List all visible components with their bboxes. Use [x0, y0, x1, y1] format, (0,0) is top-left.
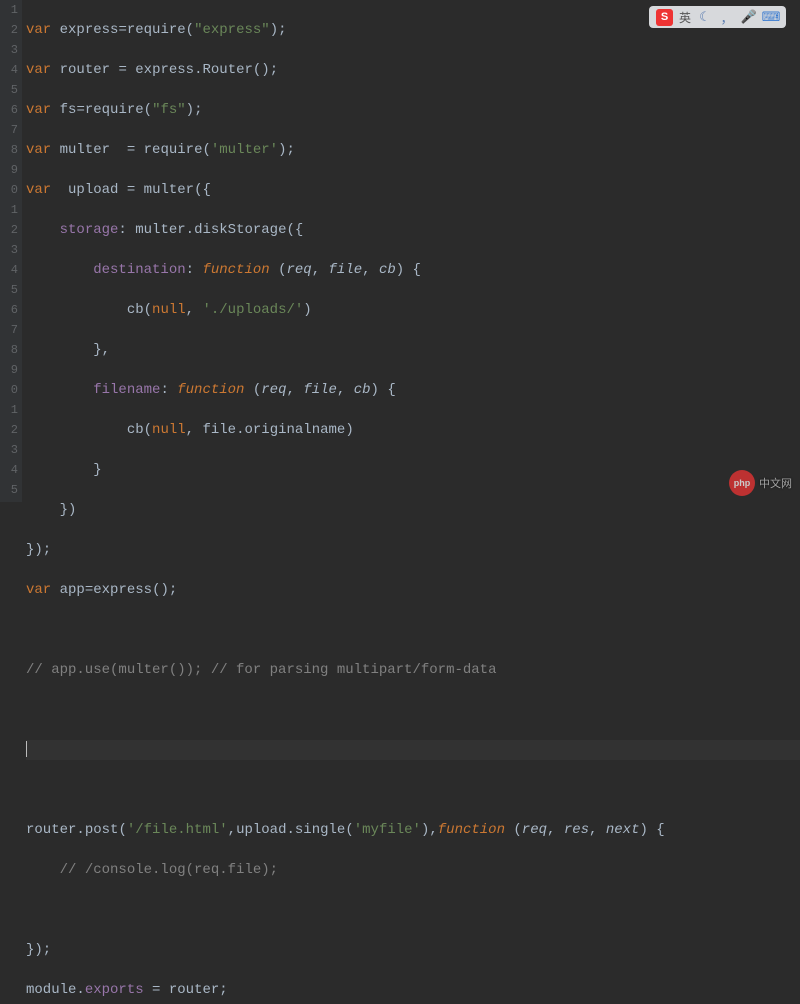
code-line	[26, 700, 800, 720]
ime-toolbar[interactable]: S 英 ☾ ， 🎤 ⌨	[649, 6, 786, 28]
caret-icon	[26, 741, 27, 757]
code-line: module.exports = router;	[26, 980, 800, 1000]
microphone-icon[interactable]: 🎤	[741, 9, 757, 25]
code-line-current	[26, 740, 800, 760]
code-line: var app=express();	[26, 580, 800, 600]
code-line: var router = express.Router();	[26, 60, 800, 80]
code-line: var upload = multer({	[26, 180, 800, 200]
code-line	[26, 900, 800, 920]
code-line: // /console.log(req.file);	[26, 860, 800, 880]
keyboard-icon[interactable]: ⌨	[763, 9, 779, 25]
code-line: storage: multer.diskStorage({	[26, 220, 800, 240]
code-line: cb(null, './uploads/')	[26, 300, 800, 320]
code-line: var fs=require("fs");	[26, 100, 800, 120]
code-line: destination: function (req, file, cb) {	[26, 260, 800, 280]
code-line: });	[26, 540, 800, 560]
code-line: filename: function (req, file, cb) {	[26, 380, 800, 400]
watermark-text: 中文网	[759, 475, 792, 491]
punctuation-icon[interactable]: ，	[719, 9, 735, 25]
code-line: cb(null, file.originalname)	[26, 420, 800, 440]
ime-lang-indicator[interactable]: 英	[679, 9, 691, 26]
php-logo-icon: php	[729, 470, 755, 496]
watermark: php 中文网	[729, 470, 792, 496]
code-line: });	[26, 940, 800, 960]
code-line: })	[26, 500, 800, 520]
code-line: },	[26, 340, 800, 360]
code-line	[26, 620, 800, 640]
sogou-logo-icon[interactable]: S	[656, 9, 673, 26]
code-line: }	[26, 460, 800, 480]
code-line: var multer = require('multer');	[26, 140, 800, 160]
code-editor[interactable]: var express=require("express"); var rout…	[26, 0, 800, 1004]
code-line: router.post('/file.html',upload.single('…	[26, 820, 800, 840]
line-number-gutter: 1234567890123456789012345	[0, 0, 22, 502]
code-line: // app.use(multer()); // for parsing mul…	[26, 660, 800, 680]
code-line	[26, 780, 800, 800]
moon-icon[interactable]: ☾	[697, 9, 713, 25]
